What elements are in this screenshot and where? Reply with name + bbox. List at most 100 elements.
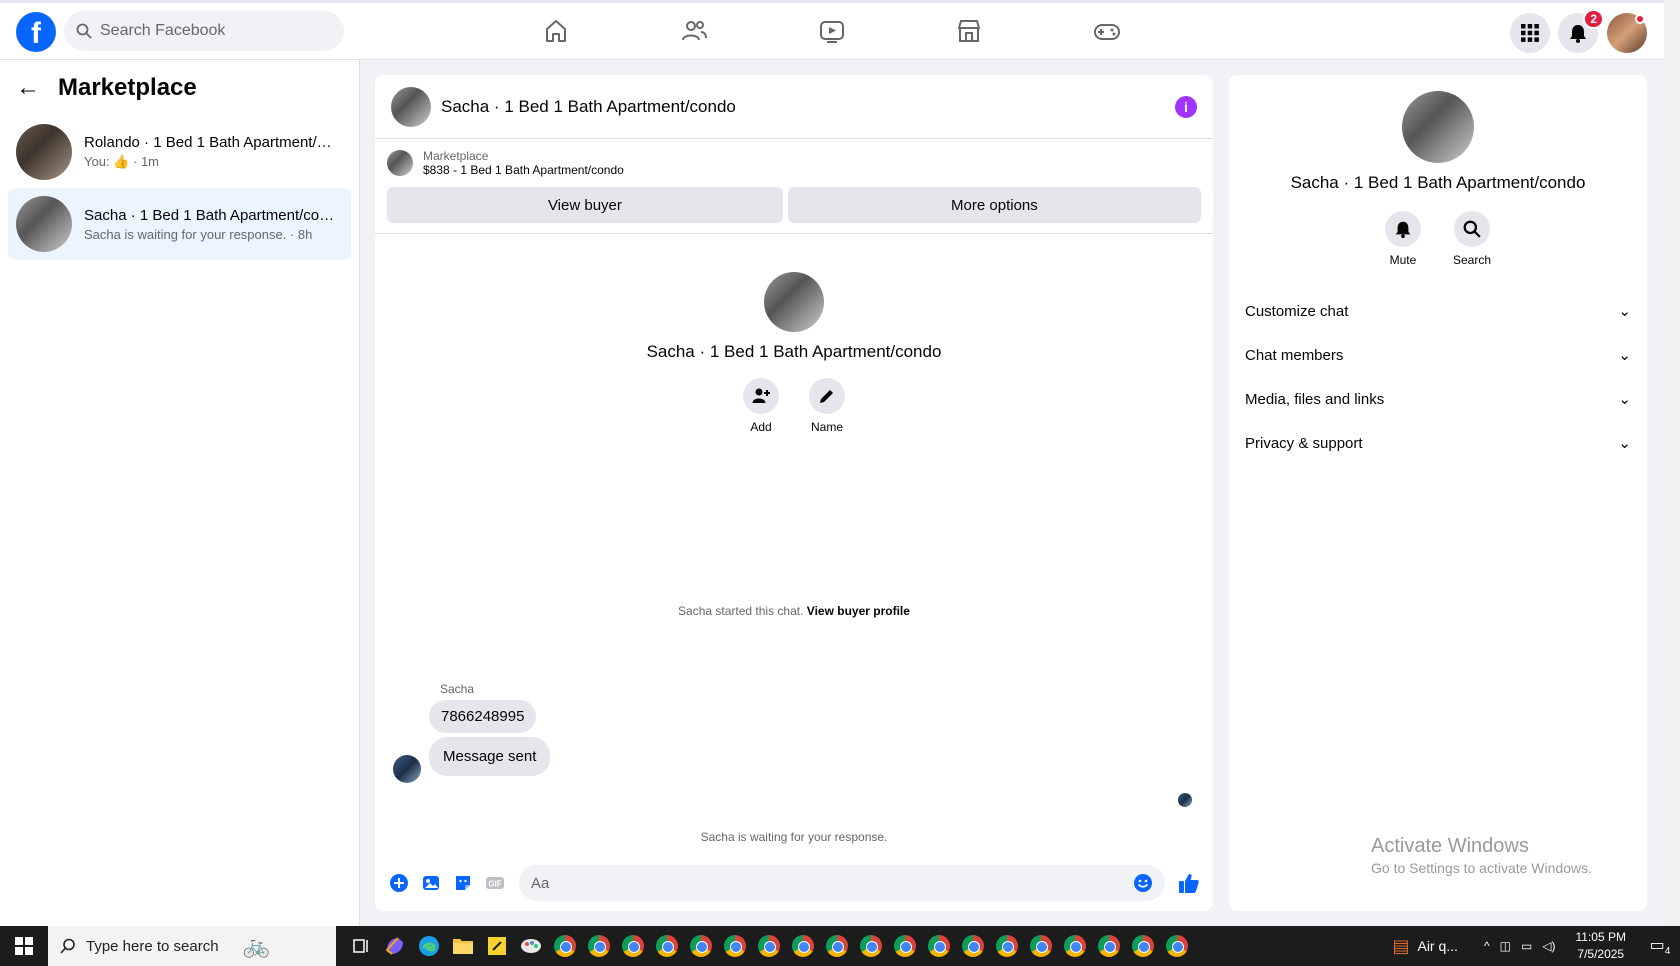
add-people-button[interactable]: Add bbox=[743, 378, 779, 434]
file-explorer-icon[interactable] bbox=[446, 926, 480, 966]
view-buyer-button[interactable]: View buyer bbox=[387, 187, 783, 223]
chat-panel: Sacha · 1 Bed 1 Bath Apartment/condo i M… bbox=[375, 75, 1213, 911]
emoji-icon[interactable] bbox=[1133, 873, 1153, 893]
marketplace-icon[interactable] bbox=[955, 17, 983, 45]
chrome-profile-icon[interactable] bbox=[990, 926, 1024, 966]
sender-avatar[interactable] bbox=[393, 755, 421, 783]
chrome-profile-icon[interactable] bbox=[956, 926, 990, 966]
chevron-down-icon: ⌄ bbox=[1618, 391, 1631, 408]
windows-taskbar: Type here to search 🚲 ▤ Air q... ^ ◫ ▭ ◁… bbox=[0, 926, 1680, 966]
chat-title[interactable]: Sacha · 1 Bed 1 Bath Apartment/condo bbox=[441, 97, 1175, 117]
chrome-profile-icon[interactable] bbox=[888, 926, 922, 966]
facebook-logo[interactable]: f bbox=[16, 12, 56, 52]
conversation-preview: Sacha is waiting for your response. · 8h bbox=[84, 226, 313, 242]
chrome-profile-icon[interactable] bbox=[1092, 926, 1126, 966]
chat-members-section[interactable]: Chat members ⌄ bbox=[1229, 333, 1647, 377]
sidebar-title: Marketplace bbox=[58, 74, 197, 101]
like-icon[interactable] bbox=[1178, 872, 1200, 894]
air-quality-icon: ▤ bbox=[1392, 935, 1410, 956]
friends-icon[interactable] bbox=[680, 17, 708, 45]
chrome-profile-icon[interactable] bbox=[718, 926, 752, 966]
info-icon[interactable]: i bbox=[1175, 95, 1197, 118]
copilot-icon[interactable] bbox=[378, 926, 412, 966]
privacy-support-section[interactable]: Privacy & support ⌄ bbox=[1229, 421, 1647, 465]
mute-label: Mute bbox=[1389, 253, 1417, 267]
chrome-icon[interactable] bbox=[548, 926, 582, 966]
weather-text: Air q... bbox=[1417, 938, 1458, 954]
listing-title[interactable]: $838 - 1 Bed 1 Bath Apartment/condo bbox=[423, 163, 624, 177]
back-arrow-icon[interactable]: ← bbox=[16, 74, 46, 102]
conversation-preview: You: 👍 · 1m bbox=[84, 154, 339, 170]
clock[interactable]: 11:05 PM 7/5/2025 bbox=[1576, 929, 1626, 963]
volume-icon[interactable]: ◁) bbox=[1542, 939, 1555, 953]
taskbar-search-box[interactable]: Type here to search 🚲 bbox=[48, 926, 336, 966]
chrome-profile-icon[interactable] bbox=[820, 926, 854, 966]
customize-chat-section[interactable]: Customize chat ⌄ bbox=[1229, 289, 1647, 333]
chrome-profile-icon[interactable] bbox=[582, 926, 616, 966]
conversation-title: Sacha · 1 Bed 1 Bath Apartment/condo bbox=[84, 206, 339, 224]
notifications-button[interactable]: 2 bbox=[1558, 9, 1604, 53]
chrome-profile-icon[interactable] bbox=[1126, 926, 1160, 966]
chrome-profile-icon[interactable] bbox=[752, 926, 786, 966]
marketplace-listing-bar: Marketplace $838 - 1 Bed 1 Bath Apartmen… bbox=[375, 139, 1213, 187]
search-conversation-button[interactable]: Search bbox=[1453, 211, 1491, 267]
chrome-profile-icon[interactable] bbox=[1058, 926, 1092, 966]
meet-now-icon[interactable]: ◫ bbox=[1500, 939, 1511, 953]
message-bubble[interactable]: 7866248995 bbox=[429, 700, 537, 733]
windows-start-button[interactable] bbox=[0, 926, 48, 966]
search-icon bbox=[76, 23, 92, 39]
message-bubble[interactable]: Message sent bbox=[429, 737, 551, 776]
clock-date: 7/5/2025 bbox=[1577, 947, 1625, 961]
pencil-icon bbox=[820, 390, 833, 403]
intro-name: Sacha · 1 Bed 1 Bath Apartment/condo bbox=[646, 342, 942, 361]
video-icon[interactable] bbox=[818, 17, 846, 45]
chrome-profile-icon[interactable] bbox=[616, 926, 650, 966]
home-icon[interactable] bbox=[542, 17, 570, 45]
page-scrollbar[interactable] bbox=[1664, 0, 1680, 926]
chevron-up-icon[interactable]: ^ bbox=[1484, 939, 1490, 953]
add-label: Add bbox=[750, 420, 772, 434]
waiting-notice: Sacha is waiting for your response. bbox=[700, 830, 888, 844]
network-icon[interactable]: ▭ bbox=[1521, 939, 1532, 953]
mute-button[interactable]: Mute bbox=[1384, 211, 1421, 267]
chrome-profile-icon[interactable] bbox=[1160, 926, 1194, 966]
search-icon bbox=[60, 938, 75, 954]
thumbs-up-icon: 👍 bbox=[113, 154, 130, 169]
conversation-item-rolando[interactable]: Rolando · 1 Bed 1 Bath Apartment/condo Y… bbox=[8, 116, 351, 188]
paint-icon[interactable] bbox=[514, 926, 548, 966]
conversation-item-sacha[interactable]: Sacha · 1 Bed 1 Bath Apartment/condo Sac… bbox=[8, 188, 351, 260]
sticker-icon[interactable] bbox=[452, 872, 474, 894]
gaming-icon[interactable] bbox=[1093, 17, 1121, 45]
chrome-profile-icon[interactable] bbox=[854, 926, 888, 966]
section-label: Customize chat bbox=[1245, 302, 1349, 320]
search-label: Search bbox=[1452, 253, 1492, 267]
view-buyer-profile-link[interactable]: View buyer profile bbox=[807, 604, 910, 618]
sticky-notes-icon[interactable] bbox=[480, 926, 514, 966]
more-options-button[interactable]: More options bbox=[787, 187, 1201, 223]
message-input[interactable]: Aa bbox=[519, 865, 1165, 901]
media-files-links-section[interactable]: Media, files and links ⌄ bbox=[1229, 377, 1647, 421]
chat-avatar[interactable] bbox=[391, 86, 431, 127]
photo-icon[interactable] bbox=[420, 872, 442, 894]
search-placeholder: Search Facebook bbox=[100, 22, 226, 39]
weather-widget[interactable]: ▤ Air q... bbox=[1392, 936, 1457, 957]
search-facebook-input[interactable]: Search Facebook bbox=[64, 11, 344, 51]
gif-icon[interactable]: GIF bbox=[484, 872, 506, 894]
chrome-profile-icon[interactable] bbox=[922, 926, 956, 966]
chrome-profile-icon[interactable] bbox=[786, 926, 820, 966]
menu-grid-button[interactable] bbox=[1510, 13, 1550, 53]
edge-icon[interactable] bbox=[412, 926, 446, 966]
chrome-profile-icon[interactable] bbox=[650, 926, 684, 966]
chat-intro: Sacha · 1 Bed 1 Bath Apartment/condo Add… bbox=[375, 272, 1213, 434]
task-view-icon[interactable] bbox=[344, 926, 378, 966]
add-person-icon bbox=[752, 388, 770, 403]
notification-center-icon[interactable]: ▭4 bbox=[1640, 935, 1680, 957]
conversation-thumbnail bbox=[16, 196, 72, 252]
chrome-profile-icon[interactable] bbox=[684, 926, 718, 966]
edit-name-button[interactable]: Name bbox=[809, 378, 845, 434]
plus-icon[interactable] bbox=[388, 872, 410, 894]
intro-avatar bbox=[764, 272, 824, 332]
chrome-profile-icon[interactable] bbox=[1024, 926, 1058, 966]
profile-alert-dot bbox=[1635, 14, 1645, 24]
svg-text:GIF: GIF bbox=[488, 880, 501, 889]
